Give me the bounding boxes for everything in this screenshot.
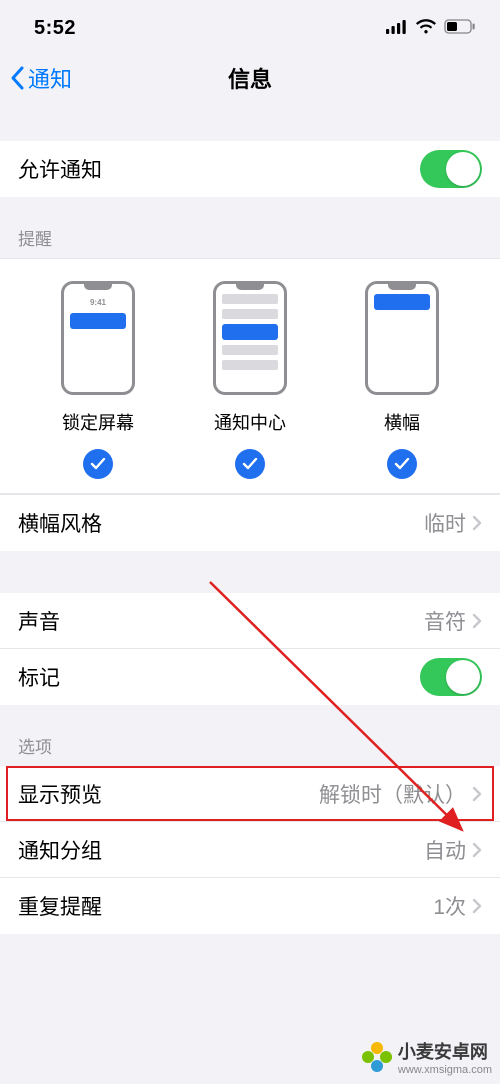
- check-icon: [83, 449, 113, 479]
- sounds-value: 音符: [424, 606, 466, 636]
- watermark-url: www.xmsigma.com: [398, 1064, 492, 1076]
- badges-label: 标记: [18, 662, 60, 692]
- badges-toggle[interactable]: [420, 658, 482, 696]
- check-icon: [235, 449, 265, 479]
- allow-notifications-row: 允许通知: [0, 141, 500, 197]
- watermark-icon: [362, 1042, 392, 1072]
- sounds-row[interactable]: 声音 音符: [0, 593, 500, 649]
- repeat-row[interactable]: 重复提醒 1次: [0, 878, 500, 934]
- alert-notification-center[interactable]: 通知中心: [190, 281, 310, 479]
- wifi-icon: [415, 17, 437, 40]
- alert-label: 锁定屏幕: [62, 409, 134, 435]
- allow-label: 允许通知: [18, 154, 102, 184]
- status-bar: 5:52: [0, 0, 500, 50]
- battery-icon: [444, 17, 476, 40]
- chevron-left-icon: [9, 66, 25, 90]
- grouping-value: 自动: [424, 835, 466, 865]
- cellular-icon: [386, 17, 408, 40]
- alerts-header: 提醒: [0, 197, 500, 258]
- chevron-right-icon: [472, 898, 482, 914]
- page-title: 信息: [0, 62, 500, 94]
- banner-style-row[interactable]: 横幅风格 临时: [0, 495, 500, 551]
- chevron-right-icon: [472, 842, 482, 858]
- notification-center-icon: [213, 281, 287, 395]
- alert-label: 通知中心: [214, 409, 286, 435]
- show-previews-label: 显示预览: [18, 779, 102, 809]
- chevron-right-icon: [472, 515, 482, 531]
- alert-label: 横幅: [384, 409, 420, 435]
- back-label: 通知: [28, 62, 72, 94]
- banner-style-label: 横幅风格: [18, 508, 102, 538]
- repeat-label: 重复提醒: [18, 891, 102, 921]
- nav-bar: 通知 信息: [0, 50, 500, 106]
- back-button[interactable]: 通知: [9, 62, 72, 94]
- sound-badge-group: 声音 音符 标记: [0, 593, 500, 705]
- sounds-label: 声音: [18, 606, 60, 636]
- alerts-group: 9:41 锁定屏幕 通知中心 横幅: [0, 258, 500, 494]
- banner-icon: [365, 281, 439, 395]
- chevron-right-icon: [472, 613, 482, 629]
- repeat-value: 1次: [433, 891, 466, 921]
- badges-row: 标记: [0, 649, 500, 705]
- options-group: 显示预览 解锁时（默认） 通知分组 自动 重复提醒 1次: [0, 766, 500, 934]
- watermark-title: 小麦安卓网: [398, 1042, 488, 1062]
- grouping-row[interactable]: 通知分组 自动: [0, 822, 500, 878]
- status-time: 5:52: [34, 17, 76, 40]
- alert-banner[interactable]: 横幅: [342, 281, 462, 479]
- show-previews-value: 解锁时（默认）: [319, 779, 466, 809]
- banner-style-group: 横幅风格 临时: [0, 494, 500, 551]
- watermark: 小麦安卓网 www.xmsigma.com: [362, 1038, 492, 1076]
- status-indicators: [386, 17, 476, 40]
- alert-lock-screen[interactable]: 9:41 锁定屏幕: [38, 281, 158, 479]
- chevron-right-icon: [472, 786, 482, 802]
- options-header: 选项: [0, 705, 500, 766]
- lock-screen-icon: 9:41: [61, 281, 135, 395]
- allow-group: 允许通知: [0, 141, 500, 197]
- banner-style-value: 临时: [424, 508, 466, 538]
- allow-toggle[interactable]: [420, 150, 482, 188]
- check-icon: [387, 449, 417, 479]
- show-previews-row[interactable]: 显示预览 解锁时（默认）: [0, 766, 500, 822]
- grouping-label: 通知分组: [18, 835, 102, 865]
